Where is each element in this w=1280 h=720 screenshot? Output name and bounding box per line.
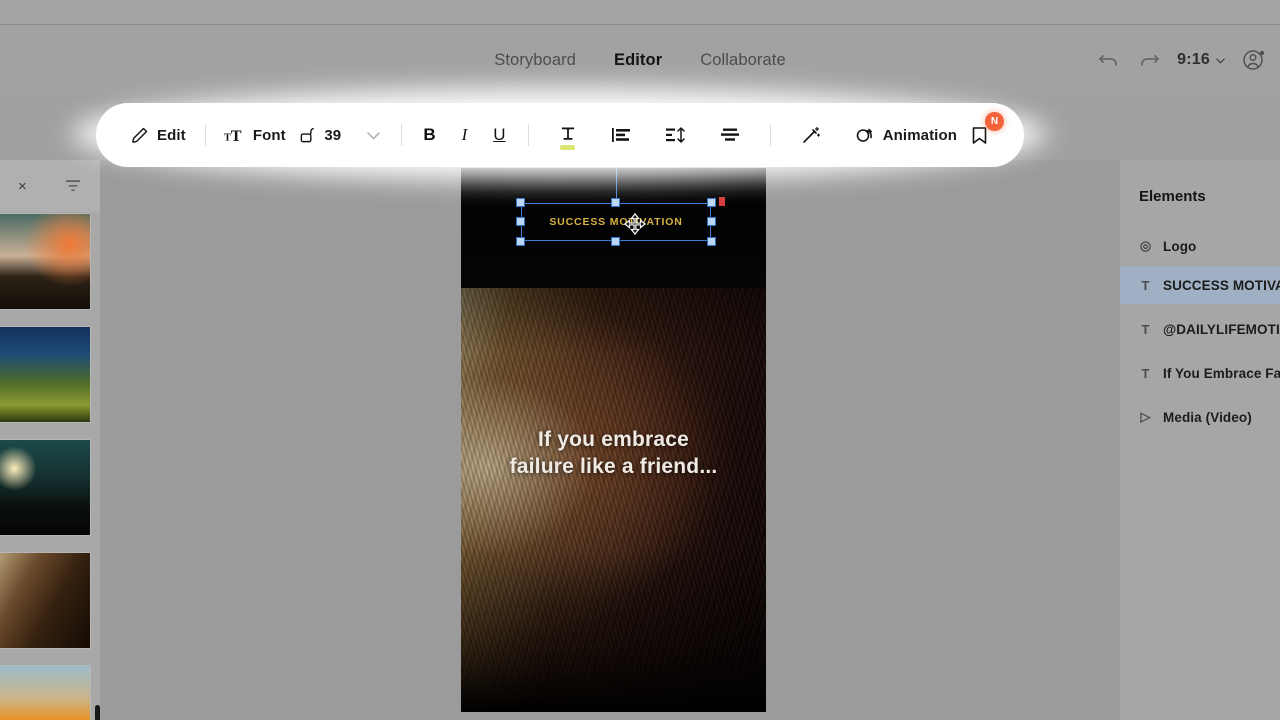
text-color-icon (561, 127, 574, 140)
thumbnail-city-night (0, 440, 90, 535)
thumbnail-green-field (0, 327, 90, 422)
edit-button[interactable]: Edit (124, 122, 192, 149)
text-icon: T (1141, 277, 1150, 293)
text-align-button[interactable] (605, 122, 637, 148)
element-item-dailylifemotivation[interactable]: T @DAILYLIFEMOTIVATION (1120, 310, 1280, 348)
resize-handle-middle-left[interactable] (516, 217, 525, 226)
underline-button[interactable]: U (484, 125, 514, 145)
notification-badge: N (985, 111, 1004, 131)
nav-item-editor[interactable]: Editor (611, 47, 665, 74)
aspect-ratio-value: 9:16 (1177, 51, 1210, 68)
selected-text-element[interactable]: SUCCESS MOTIVATION (516, 168, 725, 246)
list-item[interactable] (0, 553, 90, 648)
resize-handle-bottom-left[interactable] (516, 237, 525, 246)
account-avatar-icon[interactable] (1242, 48, 1266, 72)
bookmark-button[interactable]: N (963, 111, 1004, 150)
element-item-logo[interactable]: ◎ Logo (1120, 227, 1280, 265)
resize-handle-bottom-right[interactable] (707, 237, 716, 246)
animation-icon (856, 128, 873, 142)
vertical-align-icon (720, 128, 739, 141)
resize-handle-top-right[interactable] (707, 198, 716, 207)
play-icon: ▷ (1140, 409, 1151, 424)
nav-item-collaborate[interactable]: Collaborate (697, 47, 789, 74)
animation-button[interactable]: Animation (849, 121, 963, 149)
font-size-control[interactable]: 39 (293, 122, 388, 148)
font-size-icon: T T (224, 128, 242, 145)
text-color-button[interactable] (553, 121, 583, 150)
media-panel-toolbar: × (0, 160, 100, 212)
element-label: Logo (1163, 238, 1197, 254)
bold-button[interactable]: B (414, 125, 444, 145)
media-library-panel: × (0, 160, 100, 720)
quote-line-1: If you embrace (537, 428, 690, 451)
magic-wand-icon (802, 126, 820, 143)
target-icon: ◎ (1139, 238, 1152, 253)
edit-label: Edit (157, 126, 186, 144)
thumbnail-mountain-sunset (0, 214, 90, 309)
chevron-down-icon (1216, 58, 1225, 64)
element-label: @DAILYLIFEMOTIVATION (1163, 321, 1280, 337)
elements-panel: Elements ◎ Logo T SUCCESS MOTIVATION T @… (1120, 160, 1280, 720)
element-label: SUCCESS MOTIVATION (1163, 277, 1280, 293)
aspect-ratio-selector[interactable]: 9:16 (1177, 51, 1226, 69)
vertical-align-button[interactable] (714, 122, 746, 148)
element-label: Media (Video) (1163, 409, 1252, 425)
font-button[interactable]: T T Font (218, 122, 292, 149)
element-label: If You Embrace Failure (1163, 365, 1280, 381)
window-top-strip (0, 0, 1280, 25)
resize-handle-bottom-center[interactable] (611, 237, 620, 246)
magic-wand-button[interactable] (795, 121, 827, 149)
resize-handle-top-left[interactable] (516, 198, 525, 207)
thumbnail-ocean-sunset (0, 666, 90, 720)
font-size-value: 39 (324, 126, 342, 144)
animation-label: Animation (882, 126, 957, 144)
quote-line-2: failure like a friend... (509, 455, 718, 478)
canvas-texture-overlay (461, 288, 766, 712)
filter-icon[interactable] (64, 178, 82, 194)
list-item[interactable] (0, 327, 90, 422)
header-actions: 9:16 (1097, 26, 1266, 94)
text-formatting-toolbar: Edit T T Font 39 B I U Animation N (96, 103, 1024, 167)
pencil-icon (132, 127, 148, 143)
svg-text:T: T (231, 128, 242, 145)
resize-handle-middle-right[interactable] (707, 217, 716, 226)
canvas-stage: If you embrace failure like a friend... … (100, 160, 1120, 720)
nav-item-storyboard[interactable]: Storyboard (491, 47, 579, 74)
selection-bounding-box (521, 203, 711, 241)
element-item-media-video[interactable]: ▷ Media (Video) (1120, 398, 1280, 436)
element-item-if-you-embrace-failure[interactable]: T If You Embrace Failure (1120, 354, 1280, 392)
element-item-success-motivation[interactable]: T SUCCESS MOTIVATION (1120, 266, 1280, 304)
page-title: Elements (1139, 188, 1206, 205)
delete-element-marker[interactable] (719, 197, 725, 206)
video-canvas[interactable]: If you embrace failure like a friend... … (461, 168, 766, 712)
redo-icon[interactable] (1137, 48, 1161, 72)
chevron-down-icon[interactable] (365, 127, 382, 144)
thumbnail-rock-texture (0, 553, 90, 648)
list-item[interactable] (0, 440, 90, 535)
text-icon: T (1141, 321, 1150, 337)
canvas-quote-text[interactable]: If you embrace failure like a friend... (461, 426, 766, 480)
font-label: Font (252, 126, 286, 144)
list-item[interactable] (0, 214, 90, 309)
lock-open-icon (300, 127, 315, 143)
italic-button[interactable]: I (445, 125, 485, 145)
list-item[interactable] (0, 666, 90, 720)
text-align-icon (611, 128, 630, 142)
resize-handle-top-center[interactable] (611, 198, 620, 207)
text-color-swatch (559, 145, 575, 150)
close-icon[interactable]: × (18, 179, 27, 194)
main-navigation: Storyboard Editor Collaborate (0, 26, 1280, 94)
line-spacing-button[interactable] (659, 122, 692, 148)
undo-icon[interactable] (1097, 48, 1121, 72)
line-spacing-icon (665, 127, 685, 143)
text-icon: T (1141, 365, 1150, 381)
